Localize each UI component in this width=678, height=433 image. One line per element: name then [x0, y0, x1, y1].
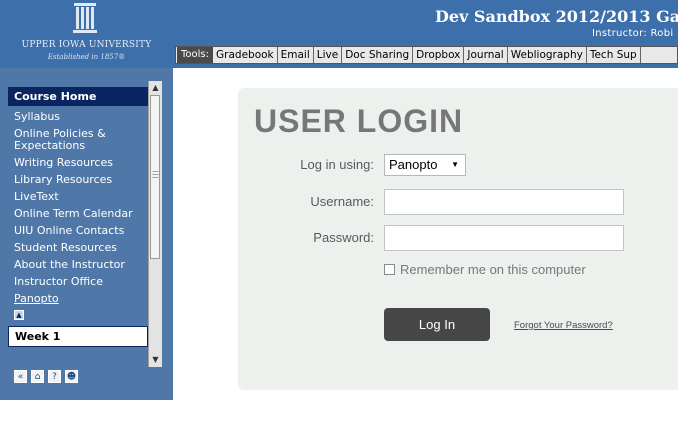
grip-icon: — — — [152, 167, 159, 181]
remember-me[interactable]: Remember me on this computer [384, 262, 586, 277]
scroll-up-arrow-icon[interactable]: ▲ [149, 81, 162, 95]
user-icon[interactable]: ☻ [65, 370, 78, 383]
tool-dropbox[interactable]: Dropbox [413, 47, 465, 63]
university-established: Established in 1857® [47, 53, 126, 61]
chevron-down-icon: ▼ [451, 160, 459, 169]
sidebar-item-online-policies[interactable]: Online Policies & Expectations [8, 128, 148, 152]
help-icon[interactable]: ? [48, 370, 61, 383]
sidebar-item-online-term-calendar[interactable]: Online Term Calendar [8, 208, 148, 220]
forgot-password-link[interactable]: Forgot Your Password? [514, 320, 613, 331]
sidebar-item-library-resources[interactable]: Library Resources [8, 174, 148, 186]
username-label: Username: [310, 194, 374, 209]
collapse-sidebar-icon[interactable]: « [14, 370, 27, 383]
course-title: Dev Sandbox 2012/2013 Ga [435, 7, 678, 26]
home-icon[interactable]: ⌂ [31, 370, 44, 383]
university-name: UPPER IOWA UNIVERSITY [21, 40, 152, 50]
instructor-name: Instructor: Robi [592, 28, 674, 39]
tool-tech-support[interactable]: Tech Sup [587, 47, 641, 63]
sidebar-item-student-resources[interactable]: Student Resources [8, 242, 148, 254]
username-input[interactable] [384, 189, 624, 215]
sidebar-item-syllabus[interactable]: Syllabus [8, 111, 148, 123]
tools-bar: Tools: Gradebook Email Live Doc Sharing … [175, 46, 678, 64]
remember-me-checkbox[interactable] [384, 264, 395, 275]
remember-me-label: Remember me on this computer [400, 262, 586, 277]
scrollbar-thumb[interactable]: — — — [150, 95, 160, 259]
login-provider-value: Panopto [389, 157, 438, 172]
university-logo[interactable]: UPPER IOWA UNIVERSITY Established in 185… [0, 0, 173, 68]
sidebar-week-1[interactable]: Week 1 [8, 326, 148, 347]
tool-webliography[interactable]: Webliography [508, 47, 587, 63]
sidebar-scrollbar[interactable]: ▲ — — — ▼ [148, 81, 162, 367]
login-provider-select[interactable]: Panopto ▼ [384, 154, 466, 176]
sidebar-item-livetext[interactable]: LiveText [8, 191, 148, 203]
tool-doc-sharing[interactable]: Doc Sharing [342, 47, 414, 63]
sidebar-item-instructor-office[interactable]: Instructor Office [8, 276, 148, 288]
tool-live[interactable]: Live [314, 47, 343, 63]
tool-journal[interactable]: Journal [464, 47, 508, 63]
login-title: USER LOGIN [254, 103, 464, 139]
login-button[interactable]: Log In [384, 308, 490, 341]
password-label: Password: [313, 230, 374, 245]
sidebar-item-writing-resources[interactable]: Writing Resources [8, 157, 148, 169]
panopto-sub-icon[interactable]: ▲ [14, 310, 24, 320]
sidebar-item-about-instructor[interactable]: About the Instructor [8, 259, 148, 271]
sidebar-item-uiu-online-contacts[interactable]: UIU Online Contacts [8, 225, 148, 237]
tool-gradebook[interactable]: Gradebook [213, 47, 278, 63]
scroll-down-arrow-icon[interactable]: ▼ [149, 353, 162, 367]
tools-label: Tools: [177, 47, 214, 63]
tool-email[interactable]: Email [278, 47, 314, 63]
sidebar-course-home[interactable]: Course Home [8, 87, 148, 106]
password-input[interactable] [384, 225, 624, 251]
sidebar-toolbar: « ⌂ ? ☻ [14, 370, 78, 383]
building-logo-icon [73, 3, 97, 33]
login-panel: USER LOGIN Log in using: Panopto ▼ Usern… [238, 88, 678, 390]
sidebar-item-panopto[interactable]: Panopto [8, 293, 148, 305]
login-using-label: Log in using: [300, 157, 374, 172]
sidebar-list: Course Home Syllabus Online Policies & E… [8, 81, 148, 347]
